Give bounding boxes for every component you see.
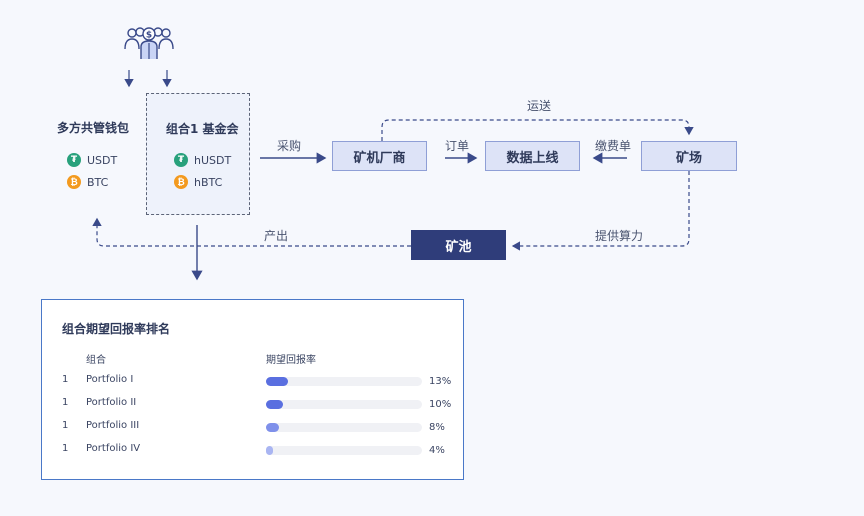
svg-text:$: $: [146, 31, 152, 41]
row-rank: 1: [62, 397, 69, 408]
fund-asset-label: hUSDT: [194, 153, 232, 167]
row-rank: 1: [62, 443, 69, 454]
tether-icon: ₮: [174, 153, 188, 167]
edge-label-transport: 运送: [527, 99, 552, 113]
fund-asset-husdt: ₮ hUSDT: [174, 153, 231, 167]
bitcoin-icon: ₿: [174, 175, 188, 189]
node-manufacturer[interactable]: 矿机厂商: [332, 141, 427, 171]
row-portfolio-name: Portfolio II: [86, 397, 137, 408]
row-return-pct: 4%: [429, 445, 445, 456]
wallet-asset-label: USDT: [87, 153, 118, 167]
fund-asset-label: hBTC: [194, 175, 223, 189]
table-row[interactable]: 1 Portfolio IV 4%: [42, 442, 465, 460]
return-bar-fill: [266, 423, 280, 432]
row-return-pct: 13%: [429, 376, 452, 387]
fund-title: 组合1 基金会: [166, 122, 239, 136]
edge-label-output: 产出: [264, 229, 289, 243]
wallet-asset-list: ₮ USDT ₿ BTC: [67, 153, 117, 189]
edge-label-purchase: 采购: [277, 139, 302, 153]
table-row[interactable]: 1 Portfolio III 8%: [42, 419, 465, 437]
output-arrow: [92, 217, 411, 247]
investors-icon: $: [123, 25, 175, 63]
return-bar-track: [266, 446, 422, 455]
ranking-card: 组合期望回报率排名 组合 期望回报率 1 Portfolio I 13% 1 P…: [41, 299, 464, 480]
ranking-title: 组合期望回报率排名: [62, 322, 171, 336]
fund-asset-hbtc: ₿ hBTC: [174, 175, 231, 189]
row-rank: 1: [62, 420, 69, 431]
ranking-col-portfolio: 组合: [86, 355, 106, 366]
wallet-asset-btc: ₿ BTC: [67, 175, 117, 189]
row-rank: 1: [62, 374, 69, 385]
edge-label-fee-bill: 缴费单: [595, 139, 632, 153]
wallet-asset-usdt: ₮ USDT: [67, 153, 117, 167]
ranking-col-return: 期望回报率: [266, 355, 316, 366]
tether-icon: ₮: [67, 153, 81, 167]
row-portfolio-name: Portfolio III: [86, 420, 140, 431]
node-farm[interactable]: 矿场: [641, 141, 737, 171]
return-bar-track: [266, 423, 422, 432]
node-data-chain[interactable]: 数据上线: [485, 141, 580, 171]
row-portfolio-name: Portfolio IV: [86, 443, 141, 454]
node-pool[interactable]: 矿池: [411, 230, 506, 260]
return-bar-fill: [266, 446, 273, 455]
fund-asset-list: ₮ hUSDT ₿ hBTC: [174, 153, 231, 189]
row-return-pct: 10%: [429, 399, 452, 410]
table-row[interactable]: 1 Portfolio I 13%: [42, 373, 465, 391]
return-bar-fill: [266, 400, 283, 409]
row-return-pct: 8%: [429, 422, 445, 433]
return-bar-fill: [266, 377, 288, 386]
wallet-title: 多方共管钱包: [57, 121, 130, 135]
table-row[interactable]: 1 Portfolio II 10%: [42, 396, 465, 414]
fund-box[interactable]: 组合1 基金会 ₮ hUSDT ₿ hBTC: [146, 93, 250, 215]
return-bar-track: [266, 400, 422, 409]
return-bar-track: [266, 377, 422, 386]
bitcoin-icon: ₿: [67, 175, 81, 189]
row-portfolio-name: Portfolio I: [86, 374, 134, 385]
edge-label-hashrate: 提供算力: [595, 229, 644, 243]
wallet-asset-label: BTC: [87, 175, 109, 189]
transport-arrow: [381, 119, 694, 141]
edge-label-order: 订单: [445, 139, 470, 153]
